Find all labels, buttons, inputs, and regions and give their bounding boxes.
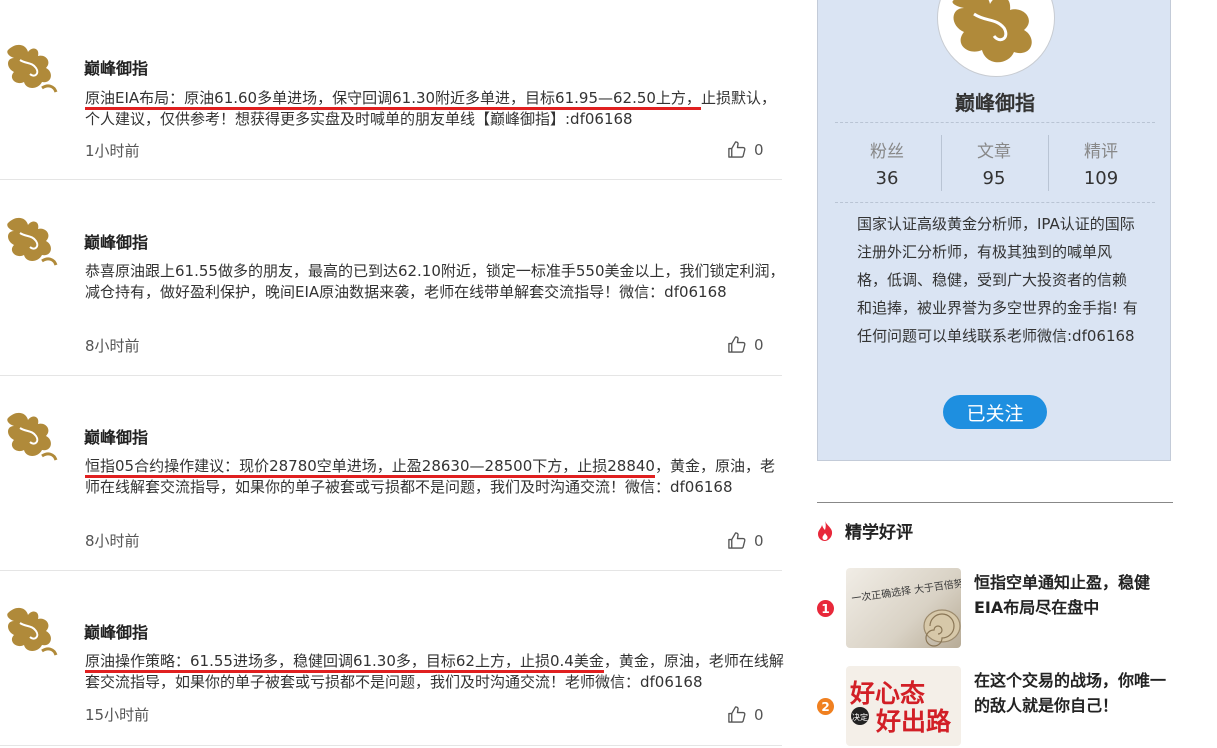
logo-icon <box>7 607 58 656</box>
like-button[interactable]: 0 <box>727 140 764 159</box>
recommend-item[interactable]: 2 好心态 决定 好出路 在这个交易的战场，你唯一的敌人就是你自己！ <box>817 666 1217 748</box>
logo-icon <box>7 217 58 266</box>
article-thumbnail[interactable]: 好心态 决定 好出路 <box>846 666 961 746</box>
slogan-image: 好心态 决定 好出路 <box>849 679 952 736</box>
recommend-header: 精学好评 <box>817 518 913 543</box>
article-thumbnail[interactable]: 一次正确选择 大于百倍努力 <box>846 568 961 648</box>
thumbnail-text: 好出路 <box>875 707 952 736</box>
author-avatar[interactable] <box>2 601 60 657</box>
post-content: 原油操作策略：61.55进场多，稳健回调61.30多，目标62上方，止损0.4美… <box>85 651 785 693</box>
logo-icon <box>7 412 58 461</box>
like-button[interactable]: 0 <box>727 531 764 550</box>
recommend-item[interactable]: 1 一次正确选择 大于百倍努力 恒指空单通知止盈，稳健EIA布局尽在盘中 <box>817 568 1217 650</box>
thumbs-up-icon <box>728 336 746 353</box>
profile-card: 巅峰御指 粉丝 36 文章 95 精评 109 国家认证高级黄金分析师，IPA认… <box>817 0 1171 461</box>
post-time: 15小时前 <box>85 706 150 724</box>
profile-bio: 国家认证高级黄金分析师，IPA认证的国际注册外汇分析师，有极其独到的喊单风格，低… <box>857 215 1138 345</box>
highlighted-text: 原油操作策略：61.55进场多，稳健回调61.30多，目标62上方，止损0.4美… <box>85 652 604 673</box>
stat-label: 精评 <box>1084 142 1118 162</box>
post-time: 8小时前 <box>85 337 140 355</box>
author-avatar[interactable] <box>2 406 60 462</box>
post-author[interactable]: 巅峰御指 <box>84 619 148 643</box>
post-content: 原油EIA布局：原油61.60多单进场，保守回调61.30附近多单进，目标61.… <box>85 88 785 130</box>
like-count: 0 <box>754 335 764 354</box>
like-button[interactable]: 0 <box>727 705 764 724</box>
profile-name: 巅峰御指 <box>955 91 1035 115</box>
thumbnail-badge: 决定 <box>852 712 868 722</box>
stat-value: 95 <box>982 168 1006 189</box>
like-count: 0 <box>754 140 764 159</box>
thumbnail-text: 好心态 <box>849 679 925 708</box>
author-avatar[interactable] <box>2 38 60 94</box>
post-text: 恭喜原油跟上61.55做多的朋友，最高的已到达62.10附近，锁定一标准手550… <box>85 262 785 301</box>
feed-post: 巅峰御指 恒指05合约操作建议：现价28780空单进场，止盈28630—2850… <box>0 375 782 571</box>
thumbnail-text: 一次正确选择 大于百倍努力 <box>851 575 961 605</box>
rank-badge: 2 <box>817 698 834 715</box>
author-avatar[interactable] <box>2 211 60 267</box>
rank-badge: 1 <box>817 600 834 617</box>
logo-icon <box>7 44 58 93</box>
feed-post: 巅峰御指 原油操作策略：61.55进场多，稳健回调61.30多，目标62上方，止… <box>0 570 785 746</box>
post-author[interactable]: 巅峰御指 <box>84 55 148 79</box>
post-content: 恭喜原油跟上61.55做多的朋友，最高的已到达62.10附近，锁定一标准手550… <box>85 261 785 303</box>
fire-icon <box>818 520 833 541</box>
post-content: 恒指05合约操作建议：现价28780空单进场，止盈28630—28500下方，止… <box>85 456 785 498</box>
post-time: 1小时前 <box>85 142 140 160</box>
stat-value: 36 <box>875 168 899 189</box>
highlighted-text: 恒指05合约操作建议：现价28780空单进场，止盈28630—28500下方，止… <box>85 457 655 478</box>
follow-button[interactable]: 已关注 <box>943 395 1047 429</box>
post-feed: 巅峰御指 原油EIA布局：原油61.60多单进场，保守回调61.30附近多单进，… <box>0 0 785 748</box>
post-author[interactable]: 巅峰御指 <box>84 424 148 448</box>
post-time: 8小时前 <box>85 532 140 550</box>
stat-reviews[interactable]: 精评 109 <box>1048 137 1154 189</box>
stat-fans[interactable]: 粉丝 36 <box>834 137 940 189</box>
thumbs-up-icon <box>728 532 746 549</box>
stat-articles[interactable]: 文章 95 <box>941 137 1047 189</box>
profile-avatar[interactable] <box>937 0 1055 77</box>
article-title[interactable]: 恒指空单通知止盈，稳健EIA布局尽在盘中 <box>974 570 1174 620</box>
like-count: 0 <box>754 531 764 550</box>
thumbs-up-icon <box>728 706 746 723</box>
recommend-title: 精学好评 <box>845 523 913 543</box>
stat-value: 109 <box>1083 168 1119 189</box>
divider <box>835 122 1155 123</box>
feed-post: 巅峰御指 原油EIA布局：原油61.60多单进场，保守回调61.30附近多单进，… <box>0 0 782 180</box>
logo-icon <box>952 0 1032 63</box>
highlighted-text: 原油EIA布局：原油61.60多单进场，保守回调61.30附近多单进，目标61.… <box>85 89 701 110</box>
article-title[interactable]: 在这个交易的战场，你唯一的敌人就是你自己！ <box>974 668 1174 718</box>
shell-image: 一次正确选择 大于百倍努力 <box>851 575 961 647</box>
feed-post: 巅峰御指 恭喜原油跟上61.55做多的朋友，最高的已到达62.10附近，锁定一标… <box>0 179 785 376</box>
stat-label: 文章 <box>977 142 1011 162</box>
divider <box>817 502 1173 503</box>
divider <box>835 202 1155 203</box>
thumbs-up-icon <box>728 141 746 158</box>
post-author[interactable]: 巅峰御指 <box>84 229 148 253</box>
like-count: 0 <box>754 705 764 724</box>
stat-label: 粉丝 <box>870 142 904 162</box>
like-button[interactable]: 0 <box>727 335 764 354</box>
